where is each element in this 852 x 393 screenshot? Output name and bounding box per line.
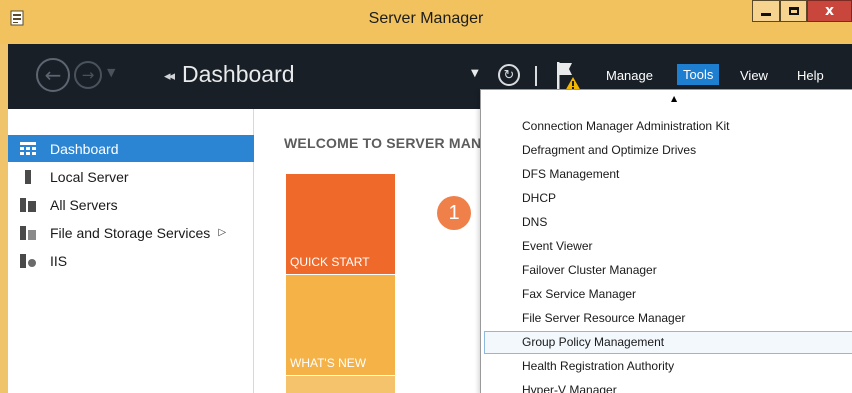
tile-label: QUICK START xyxy=(290,255,370,269)
minimize-icon xyxy=(761,12,771,16)
sidebar-item-label: Dashboard xyxy=(50,140,119,157)
sidebar: Dashboard Local Server All Servers File … xyxy=(8,109,254,393)
close-icon: x xyxy=(824,3,835,19)
menu-item-file-server-resource[interactable]: File Server Resource Manager xyxy=(484,307,852,330)
tile-quick-start[interactable]: QUICK START xyxy=(286,174,395,274)
breadcrumb-title: Dashboard xyxy=(182,61,295,87)
forward-button[interactable]: → xyxy=(74,61,102,89)
menu-view[interactable]: View xyxy=(740,68,768,83)
maximize-icon xyxy=(788,7,799,15)
close-button[interactable]: x xyxy=(807,0,852,22)
menu-item-dns[interactable]: DNS xyxy=(484,211,852,234)
iis-icon xyxy=(20,253,36,268)
sidebar-item-file-storage-services[interactable]: File and Storage Services ▷ xyxy=(8,219,254,246)
tile-learn-more[interactable] xyxy=(286,376,395,393)
expand-arrow-icon[interactable]: ▷ xyxy=(218,227,226,238)
menu-item-connection-manager[interactable]: Connection Manager Administration Kit xyxy=(484,115,852,138)
all-servers-icon xyxy=(20,197,36,212)
menu-item-dhcp[interactable]: DHCP xyxy=(484,187,852,210)
server-manager-window: Server Manager x ← → ▼ ◂◂ Dashboard ▼ ↻ xyxy=(0,0,852,393)
sidebar-item-all-servers[interactable]: All Servers xyxy=(8,191,254,218)
menu-tools[interactable]: Tools xyxy=(677,64,720,85)
sidebar-item-local-server[interactable]: Local Server xyxy=(8,163,254,190)
refresh-button[interactable]: ↻ xyxy=(498,64,520,86)
sidebar-item-iis[interactable]: IIS xyxy=(8,247,254,274)
menu-item-defragment[interactable]: Defragment and Optimize Drives xyxy=(484,139,852,162)
menu-item-health-registration[interactable]: Health Registration Authority xyxy=(484,355,852,378)
refresh-dropdown-icon[interactable]: ▼ xyxy=(471,68,479,79)
minimize-button[interactable] xyxy=(752,0,780,22)
file-storage-icon xyxy=(20,225,36,240)
sidebar-item-dashboard[interactable]: Dashboard xyxy=(8,135,254,162)
tools-dropdown-menu: ▲ Connection Manager Administration Kit … xyxy=(480,89,852,393)
menu-item-failover-cluster[interactable]: Failover Cluster Manager xyxy=(484,259,852,282)
forward-arrow-icon: → xyxy=(81,66,95,84)
breadcrumb-arrows-icon: ◂◂ xyxy=(164,69,175,84)
welcome-heading: WELCOME TO SERVER MAN xyxy=(284,135,482,151)
sidebar-item-label: All Servers xyxy=(50,196,118,213)
maximize-button[interactable] xyxy=(780,0,807,22)
sidebar-item-label: Local Server xyxy=(50,168,129,185)
tile-label: WHAT'S NEW xyxy=(290,356,367,370)
refresh-icon: ↻ xyxy=(503,67,515,83)
step-number-badge: 1 xyxy=(437,196,471,230)
scroll-up-arrow-icon[interactable]: ▲ xyxy=(671,94,677,103)
window-title: Server Manager xyxy=(368,10,484,27)
dashboard-icon xyxy=(20,141,36,156)
sidebar-item-label: IIS xyxy=(50,252,68,269)
notifications-flag-icon[interactable] xyxy=(556,60,582,92)
toolbar-divider xyxy=(535,66,537,86)
menu-item-hyper-v[interactable]: Hyper-V Manager xyxy=(484,379,852,393)
tile-whats-new[interactable]: WHAT'S NEW xyxy=(286,275,395,375)
back-button[interactable]: ← xyxy=(36,58,70,92)
menu-manage[interactable]: Manage xyxy=(606,68,653,83)
history-dropdown-icon[interactable]: ▼ xyxy=(107,66,115,79)
sidebar-item-label: File and Storage Services xyxy=(50,224,211,241)
local-server-icon xyxy=(20,169,36,184)
menu-help[interactable]: Help xyxy=(797,68,824,83)
menu-item-group-policy[interactable]: Group Policy Management xyxy=(484,331,852,354)
menu-item-event-viewer[interactable]: Event Viewer xyxy=(484,235,852,258)
title-bar[interactable]: Server Manager x xyxy=(0,0,852,44)
back-arrow-icon: ← xyxy=(44,63,62,87)
menu-item-dfs-management[interactable]: DFS Management xyxy=(484,163,852,186)
menu-item-fax-service[interactable]: Fax Service Manager xyxy=(484,283,852,306)
